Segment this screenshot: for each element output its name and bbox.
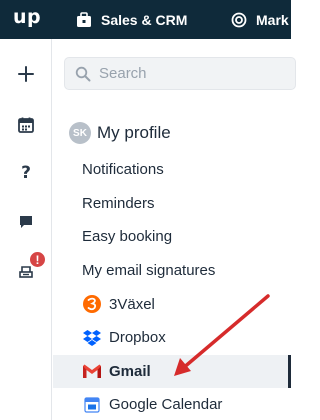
menu-item-label: 3Växel <box>109 295 155 313</box>
queue-button[interactable]: ! <box>11 251 46 285</box>
briefcase-icon <box>77 11 91 27</box>
plus-icon <box>18 66 34 82</box>
nav-marketing-label: Mark <box>256 11 289 28</box>
profile-header: SK My profile <box>69 122 171 144</box>
help-button[interactable]: ? <box>11 158 41 188</box>
calendar-button[interactable] <box>11 110 41 140</box>
menu-item-google-calendar[interactable]: Google Calendar <box>53 388 291 420</box>
app-logo[interactable]: up <box>13 6 41 28</box>
avatar: SK <box>69 122 91 144</box>
chat-icon <box>20 216 32 228</box>
nav-sales-crm-label: Sales & CRM <box>101 11 188 28</box>
menu-item-label: Google Calendar <box>109 396 223 414</box>
search-box[interactable] <box>64 57 296 90</box>
menu-item-label: Dropbox <box>109 329 166 347</box>
target-icon <box>231 12 247 27</box>
alert-badge: ! <box>29 251 46 268</box>
profile-title: My profile <box>97 123 171 142</box>
calendar-icon <box>18 117 34 133</box>
google-calendar-icon <box>81 394 103 416</box>
menu-item-email-signatures[interactable]: My email signatures <box>53 254 291 288</box>
gmail-icon <box>81 360 103 382</box>
menu-item-label: Gmail <box>109 362 151 380</box>
menu-item-easy-booking[interactable]: Easy booking <box>53 220 291 254</box>
3vaxel-icon <box>81 293 103 315</box>
menu-item-notifications[interactable]: Notifications <box>53 153 291 187</box>
menu-item-label: Reminders <box>82 194 155 212</box>
help-icon: ? <box>21 163 31 183</box>
menu-item-label: Easy booking <box>82 228 173 246</box>
menu-item-label: My email signatures <box>82 262 216 280</box>
dropbox-icon <box>81 327 103 349</box>
annotation-arrow <box>174 294 270 376</box>
left-sidebar: ? ! <box>0 39 52 420</box>
add-button[interactable] <box>11 59 41 89</box>
menu-item-reminders[interactable]: Reminders <box>53 187 291 221</box>
chat-button[interactable] <box>11 207 41 237</box>
top-navigation-bar: up Sales & CRM Mark <box>0 0 291 39</box>
nav-marketing[interactable]: Mark <box>231 0 289 39</box>
search-icon <box>75 66 91 81</box>
nav-sales-crm[interactable]: Sales & CRM <box>76 0 187 39</box>
search-input[interactable] <box>99 65 279 82</box>
menu-item-label: Notifications <box>82 161 164 179</box>
